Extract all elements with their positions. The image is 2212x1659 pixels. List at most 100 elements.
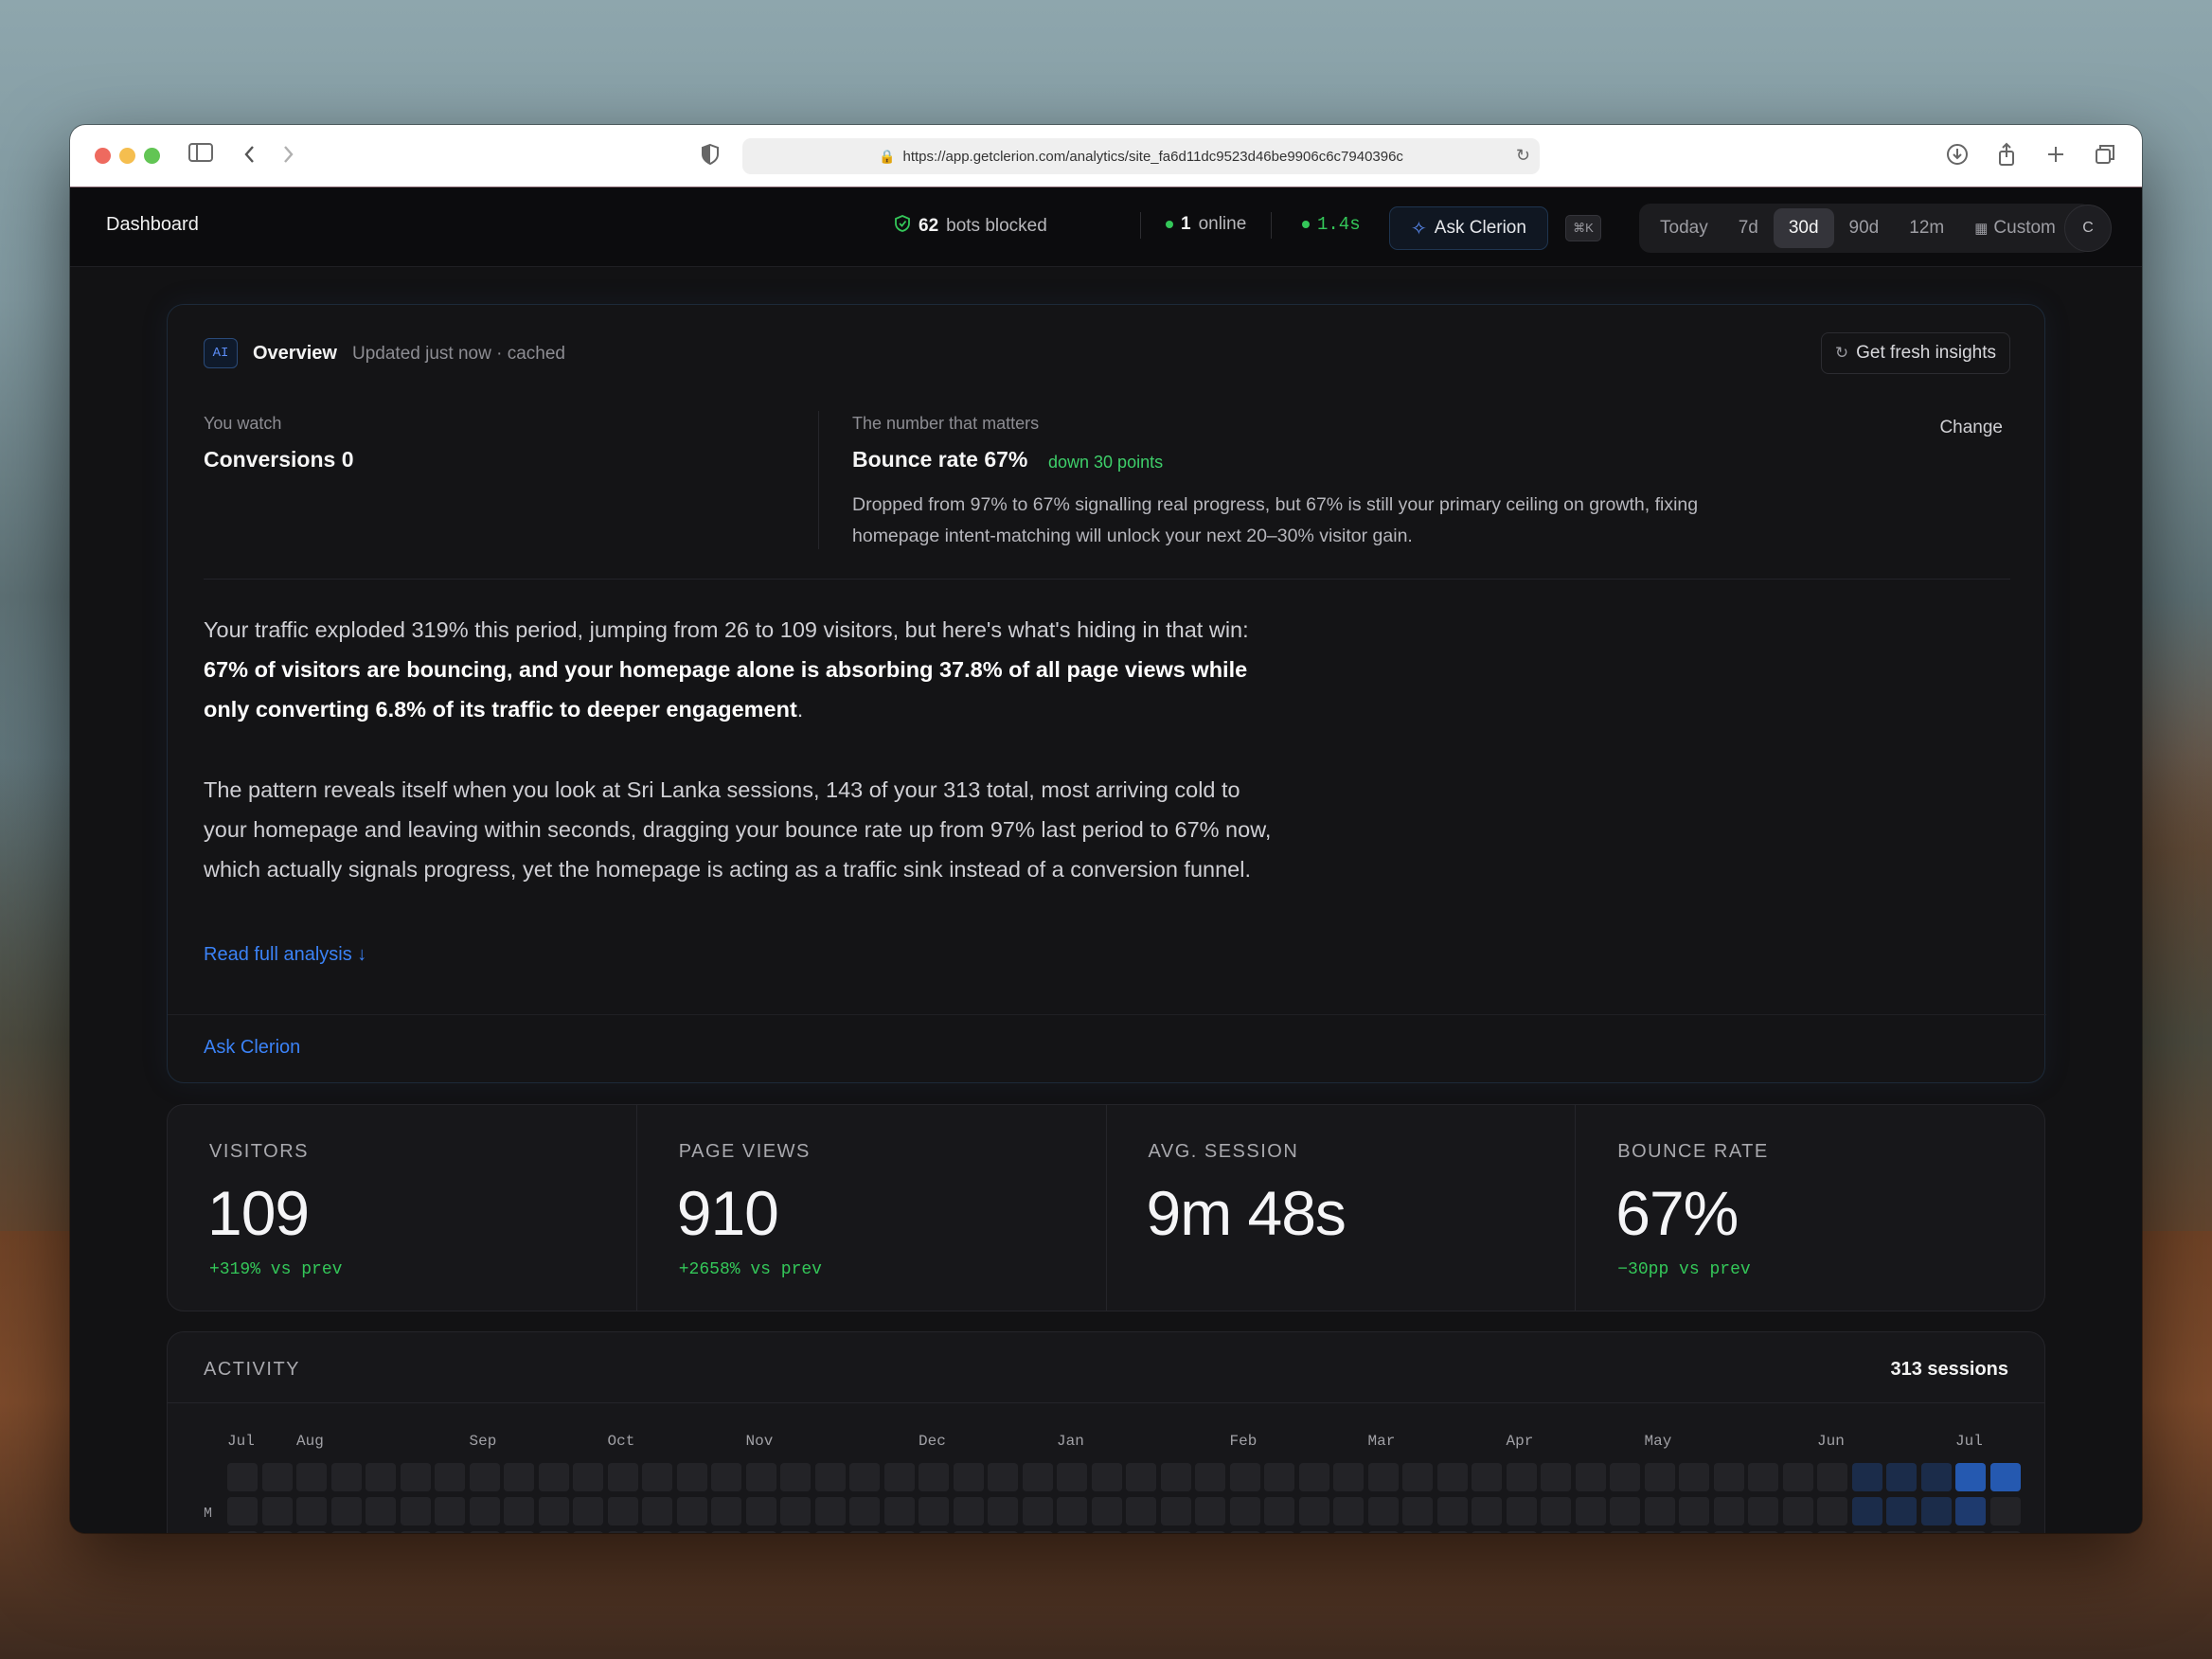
heatmap-cell[interactable]: [919, 1531, 949, 1533]
heatmap-cell[interactable]: [607, 1463, 638, 1491]
heatmap-cell[interactable]: [227, 1531, 258, 1533]
heatmap-cell[interactable]: [1575, 1497, 1606, 1525]
heatmap-cell[interactable]: [296, 1531, 327, 1533]
range-today[interactable]: Today: [1645, 208, 1723, 248]
bounce-rate-metric[interactable]: BOUNCE RATE 67% −30pp vs prev: [1576, 1105, 2044, 1311]
heatmap-cell[interactable]: [296, 1463, 327, 1491]
heatmap-cell[interactable]: [1817, 1531, 1847, 1533]
heatmap-cell[interactable]: [780, 1463, 811, 1491]
heatmap-cell[interactable]: [1402, 1497, 1433, 1525]
heatmap-cell[interactable]: [1989, 1463, 2021, 1491]
heatmap-cell[interactable]: [1920, 1531, 1952, 1533]
heatmap-cell[interactable]: [953, 1497, 984, 1525]
heatmap-cell[interactable]: [1022, 1531, 1053, 1533]
privacy-shield-icon[interactable]: [699, 141, 722, 169]
heatmap-cell[interactable]: [607, 1531, 638, 1533]
heatmap-cell[interactable]: [435, 1497, 465, 1525]
heatmap-cell[interactable]: [1264, 1497, 1294, 1525]
heatmap-cell[interactable]: [988, 1531, 1018, 1533]
heatmap-cell[interactable]: [469, 1463, 500, 1491]
heatmap-cell[interactable]: [642, 1463, 672, 1491]
heatmap-cell[interactable]: [1506, 1497, 1537, 1525]
address-bar[interactable]: 🔒 https://app.getclerion.com/analytics/s…: [742, 138, 1540, 174]
maximize-window-button[interactable]: [144, 148, 160, 164]
heatmap-cell[interactable]: [1575, 1463, 1606, 1491]
heatmap-cell[interactable]: [919, 1497, 949, 1525]
heatmap-cell[interactable]: [330, 1497, 362, 1525]
heatmap-cell[interactable]: [1402, 1463, 1433, 1491]
heatmap-cell[interactable]: [1091, 1463, 1122, 1491]
heatmap-cell[interactable]: [573, 1497, 603, 1525]
heatmap-cell[interactable]: [745, 1463, 776, 1491]
heatmap-cell[interactable]: [573, 1531, 603, 1533]
heatmap-cell[interactable]: [1748, 1463, 1778, 1491]
heatmap-cell[interactable]: [1817, 1463, 1847, 1491]
heatmap-cell[interactable]: [1126, 1531, 1156, 1533]
back-icon[interactable]: [241, 141, 259, 169]
heatmap-cell[interactable]: [1057, 1497, 1087, 1525]
heatmap-cell[interactable]: [607, 1497, 638, 1525]
heatmap-cell[interactable]: [435, 1463, 465, 1491]
heatmap-cell[interactable]: [1713, 1463, 1744, 1491]
heatmap-cell[interactable]: [642, 1531, 672, 1533]
heatmap-cell[interactable]: [1436, 1497, 1468, 1525]
range-7d[interactable]: 7d: [1723, 208, 1774, 248]
forward-icon[interactable]: [278, 141, 297, 169]
heatmap-cell[interactable]: [1264, 1531, 1294, 1533]
new-tab-icon[interactable]: [2043, 141, 2068, 169]
change-metric-button[interactable]: Change: [1939, 418, 2003, 438]
heatmap-cell[interactable]: [1298, 1531, 1329, 1533]
heatmap-cell[interactable]: [261, 1531, 293, 1533]
heatmap-cell[interactable]: [642, 1497, 672, 1525]
heatmap-cell[interactable]: [1160, 1497, 1191, 1525]
avatar[interactable]: C: [2064, 205, 2112, 252]
heatmap-cell[interactable]: [1575, 1531, 1606, 1533]
heatmap-cell[interactable]: [1989, 1531, 2021, 1533]
ask-clerion-link[interactable]: Ask Clerion: [204, 1037, 300, 1059]
heatmap-cell[interactable]: [1679, 1463, 1709, 1491]
heatmap-cell[interactable]: [366, 1497, 396, 1525]
heatmap-cell[interactable]: [330, 1531, 362, 1533]
heatmap-cell[interactable]: [1298, 1463, 1329, 1491]
heatmap-cell[interactable]: [1057, 1531, 1087, 1533]
heatmap-cell[interactable]: [1955, 1463, 1986, 1491]
heatmap-cell[interactable]: [1748, 1531, 1778, 1533]
heatmap-cell[interactable]: [1610, 1463, 1640, 1491]
heatmap-cell[interactable]: [1920, 1497, 1952, 1525]
page-views-metric[interactable]: PAGE VIEWS 910 +2658% vs prev: [637, 1105, 1107, 1311]
heatmap-cell[interactable]: [504, 1497, 534, 1525]
heatmap-cell[interactable]: [1333, 1497, 1364, 1525]
heatmap-cell[interactable]: [1126, 1497, 1156, 1525]
heatmap-cell[interactable]: [745, 1531, 776, 1533]
heatmap-cell[interactable]: [1472, 1531, 1502, 1533]
tab-overview-icon[interactable]: [2093, 141, 2117, 169]
close-window-button[interactable]: [95, 148, 111, 164]
heatmap-cell[interactable]: [814, 1531, 846, 1533]
heatmap-cell[interactable]: [1506, 1463, 1537, 1491]
heatmap-cell[interactable]: [814, 1463, 846, 1491]
heatmap-cell[interactable]: [1436, 1531, 1468, 1533]
heatmap-cell[interactable]: [1886, 1497, 1917, 1525]
heatmap-cell[interactable]: [1091, 1531, 1122, 1533]
heatmap-cell[interactable]: [1920, 1463, 1952, 1491]
range-12m[interactable]: 12m: [1894, 208, 1959, 248]
heatmap-cell[interactable]: [435, 1531, 465, 1533]
heatmap-cell[interactable]: [1367, 1463, 1399, 1491]
heatmap-cell[interactable]: [1817, 1497, 1847, 1525]
heatmap-cell[interactable]: [296, 1497, 327, 1525]
heatmap-cell[interactable]: [538, 1463, 569, 1491]
heatmap-cell[interactable]: [1472, 1497, 1502, 1525]
visitors-metric[interactable]: VISITORS 109 +319% vs prev: [168, 1105, 637, 1311]
heatmap-cell[interactable]: [1851, 1463, 1882, 1491]
heatmap-cell[interactable]: [1541, 1463, 1571, 1491]
heatmap-cell[interactable]: [676, 1531, 707, 1533]
heatmap-cell[interactable]: [1126, 1463, 1156, 1491]
range-custom[interactable]: ▦ Custom: [1959, 208, 2071, 248]
heatmap-cell[interactable]: [1091, 1497, 1122, 1525]
heatmap-cell[interactable]: [1436, 1463, 1468, 1491]
heatmap-cell[interactable]: [538, 1497, 569, 1525]
heatmap-cell[interactable]: [745, 1497, 776, 1525]
heatmap-cell[interactable]: [883, 1497, 915, 1525]
heatmap-cell[interactable]: [1610, 1497, 1640, 1525]
heatmap-cell[interactable]: [711, 1531, 741, 1533]
